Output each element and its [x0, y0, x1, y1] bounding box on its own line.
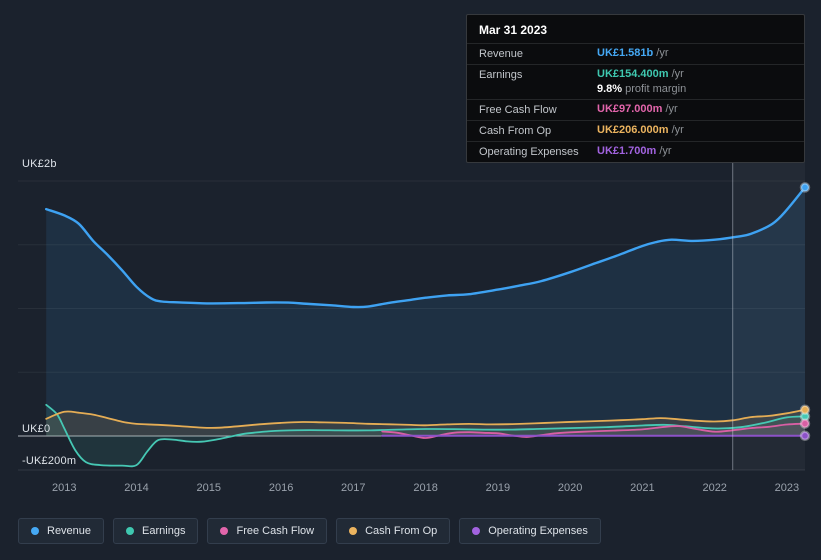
legend-item-operating-expenses[interactable]: Operating Expenses	[459, 518, 601, 544]
x-tick-label: 2017	[341, 482, 365, 494]
earnings-dot-icon	[126, 527, 135, 535]
tooltip-row-earnings: Earnings UK£154.400m/yr 9.8% profit margi…	[467, 64, 804, 99]
chart-legend: Revenue Earnings Free Cash Flow Cash Fro…	[18, 518, 601, 544]
revenue-value: UK£1.581b	[597, 47, 654, 59]
x-tick-label: 2023	[775, 482, 799, 494]
cash-from-op-dot-icon	[349, 527, 358, 535]
tooltip-label-free-cash-flow: Free Cash Flow	[479, 104, 557, 116]
tooltip-date: Mar 31 2023	[479, 23, 548, 37]
x-tick-label: 2019	[486, 482, 510, 494]
tooltip-label-revenue: Revenue	[479, 48, 524, 60]
free-cash-flow-dot-icon	[220, 527, 229, 535]
earnings-suffix: /yr	[671, 68, 684, 80]
operating-expenses-dot-icon	[472, 527, 481, 535]
legend-item-earnings[interactable]: Earnings	[113, 518, 199, 544]
free-cash-flow-end-dot	[799, 418, 811, 429]
profit-margin-value: 9.8%	[597, 83, 623, 95]
x-tick-label: 2013	[52, 482, 76, 494]
free-cash-flow-suffix: /yr	[665, 103, 678, 115]
tooltip-row-cash-from-op: Cash From Op UK£206.000m/yr	[467, 120, 804, 141]
tooltip-label-cash-from-op: Cash From Op	[479, 125, 552, 137]
profit-margin-label: profit margin	[625, 83, 687, 95]
legend-label-cash-from-op: Cash From Op	[365, 525, 438, 537]
revenue-area	[46, 187, 805, 436]
y-axis-label-neg200m: -UK£200m	[22, 455, 77, 467]
legend-label-free-cash-flow: Free Cash Flow	[236, 525, 315, 537]
revenue-suffix: /yr	[656, 47, 669, 59]
x-tick-label: 2014	[124, 482, 148, 494]
legend-label-revenue: Revenue	[47, 525, 92, 537]
y-axis-label-2b: UK£2b	[22, 158, 57, 170]
x-tick-label: 2022	[702, 482, 726, 494]
x-tick-label: 2015	[197, 482, 221, 494]
tooltip-row-revenue: Revenue UK£1.581b/yr	[467, 43, 804, 64]
legend-label-operating-expenses: Operating Expenses	[488, 525, 588, 537]
tooltip-value-free-cash-flow: UK£97.000m/yr	[597, 103, 678, 115]
x-tick-label: 2016	[269, 482, 293, 494]
y-axis-label-zero: UK£0	[22, 423, 51, 435]
chart-tooltip: Mar 31 2023 Revenue UK£1.581b/yr Earning…	[466, 14, 805, 163]
cash-from-op-suffix: /yr	[671, 124, 684, 136]
legend-label-earnings: Earnings	[142, 525, 186, 537]
tooltip-label-operating-expenses: Operating Expenses	[479, 146, 579, 158]
earnings-revenue-chart-page: 2013 2014 2015 2016 2017 2018 2019 2020 2021 2022…	[0, 0, 821, 560]
operating-expenses-value: UK£1.700m	[597, 145, 657, 157]
legend-item-free-cash-flow[interactable]: Free Cash Flow	[207, 518, 328, 544]
free-cash-flow-value: UK£97.000m	[597, 103, 663, 115]
tooltip-value-operating-expenses: UK£1.700m/yr	[597, 145, 672, 157]
tooltip-row-free-cash-flow: Free Cash Flow UK£97.000m/yr	[467, 99, 804, 120]
cash-from-op-value: UK£206.000m	[597, 124, 669, 136]
x-tick-label: 2020	[558, 482, 582, 494]
tooltip-value-revenue: UK£1.581b/yr	[597, 47, 669, 59]
legend-item-revenue[interactable]: Revenue	[18, 518, 105, 544]
tooltip-value-cash-from-op: UK£206.000m/yr	[597, 124, 684, 136]
tooltip-value-earnings: UK£154.400m/yr 9.8% profit margin	[597, 68, 686, 95]
x-tick-label: 2021	[630, 482, 654, 494]
x-tick-label: 2018	[413, 482, 437, 494]
legend-item-cash-from-op[interactable]: Cash From Op	[336, 518, 451, 544]
operating-expenses-suffix: /yr	[659, 145, 672, 157]
revenue-dot-icon	[31, 527, 39, 535]
cash-from-op-end-dot	[799, 404, 811, 415]
tooltip-label-earnings: Earnings	[479, 69, 523, 81]
tooltip-row-operating-expenses: Operating Expenses UK£1.700m/yr	[467, 141, 804, 162]
earnings-value: UK£154.400m	[597, 68, 669, 80]
operating-expenses-end-dot	[799, 430, 811, 442]
revenue-end-dot	[799, 182, 811, 193]
